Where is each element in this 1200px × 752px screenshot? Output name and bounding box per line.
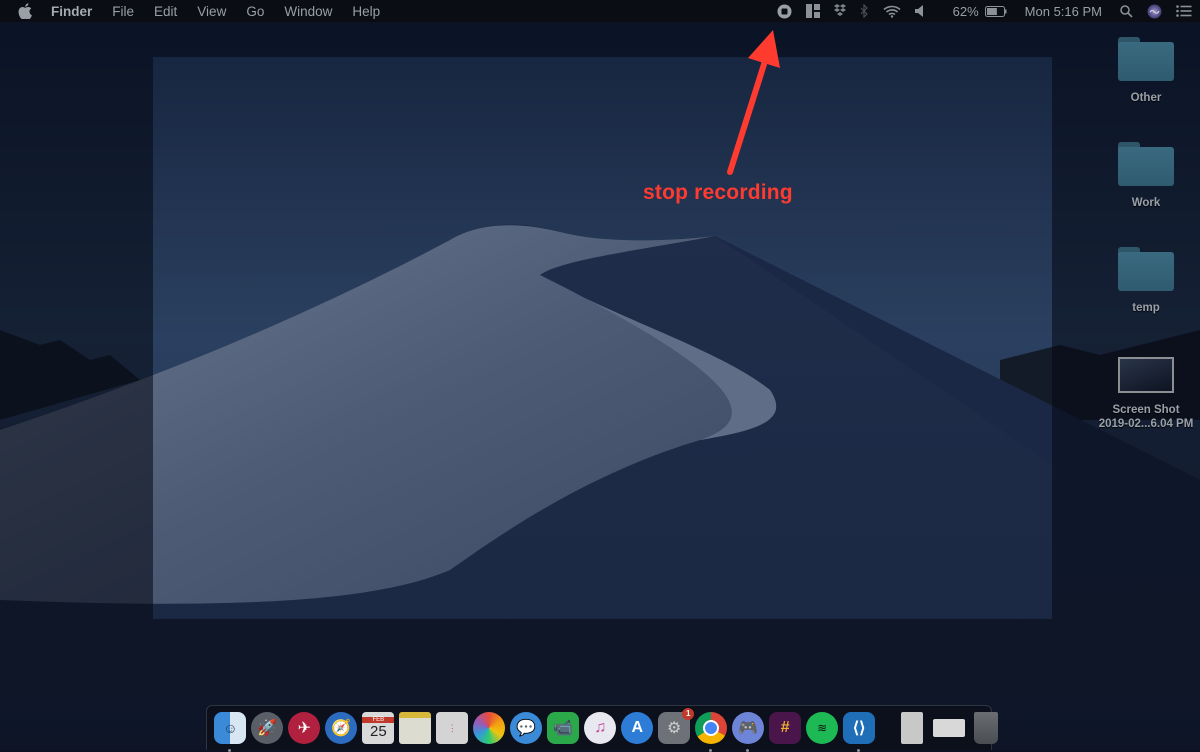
desktop-file-screenshot[interactable]: Screen Shot 2019-02...6.04 PM — [1091, 355, 1200, 431]
notes-icon — [399, 712, 432, 744]
dock-trash[interactable] — [968, 710, 1004, 746]
dock-discord[interactable]: 🎮 — [730, 710, 766, 752]
calendar-day: 25 — [369, 722, 387, 740]
battery-percent[interactable]: 62% — [953, 4, 979, 19]
stop-recording-annotation: stop recording — [643, 181, 793, 204]
dock-itunes[interactable]: ♫ — [582, 710, 618, 746]
facetime-icon: 📹 — [547, 712, 580, 744]
dock-reminders[interactable]: ⋮ — [434, 710, 470, 746]
spotlight-search-icon[interactable] — [1120, 0, 1133, 22]
menu-help[interactable]: Help — [352, 4, 380, 19]
slack-icon: # — [769, 712, 802, 744]
dock-system-preferences[interactable]: ⚙ 1 — [656, 708, 695, 746]
battery-icon[interactable] — [984, 0, 1007, 22]
menu-file[interactable]: File — [112, 4, 134, 19]
airmail-icon: ✈ — [288, 712, 321, 744]
dock-safari[interactable]: 🧭 — [323, 710, 359, 746]
dock-app-store[interactable]: A — [619, 710, 655, 746]
dock-stack-documents[interactable] — [894, 710, 930, 746]
screen-dim-left — [0, 57, 153, 619]
clock[interactable]: Mon 5:16 PM — [1025, 4, 1102, 19]
dock-stack-chrome-apps[interactable] — [931, 710, 967, 746]
dock-slack[interactable]: # — [767, 710, 803, 746]
bluetooth-icon[interactable] — [860, 0, 869, 22]
dock-photos[interactable] — [471, 710, 507, 746]
desktop-item-label-line1: Screen Shot — [1112, 404, 1180, 416]
finder-icon: ☺ — [214, 712, 247, 744]
menu-app-finder[interactable]: Finder — [51, 4, 92, 19]
desktop-folder-other[interactable]: Other — [1091, 37, 1200, 105]
siri-icon[interactable] — [1147, 0, 1162, 22]
wifi-icon[interactable] — [883, 0, 901, 22]
dock-finder[interactable]: ☺ — [212, 710, 248, 752]
folder-icon — [1118, 37, 1174, 81]
discord-icon: 🎮 — [732, 712, 765, 744]
recording-region[interactable] — [153, 57, 1052, 619]
apple-menu-icon[interactable] — [18, 3, 32, 19]
menu-edit[interactable]: Edit — [154, 4, 177, 19]
desktop-item-label-line2: 2019-02...6.04 PM — [1098, 418, 1194, 430]
dock-spotify[interactable]: ≋ — [804, 710, 840, 746]
notification-center-icon[interactable] — [1176, 0, 1192, 22]
vscode-icon: ⟨⟩ — [843, 712, 876, 744]
spotify-icon: ≋ — [806, 712, 839, 744]
calendar-icon: FEB 25 — [362, 712, 395, 744]
photos-icon — [473, 712, 506, 744]
dock: ☺ 🚀 ✈ 🧭 FEB 25 ⋮ 💬 📹 ♫ A ⚙ 1 🎮 # ≋ ⟨⟩ — [206, 705, 999, 752]
itunes-note-icon: ♫ — [584, 712, 617, 744]
messages-bubble-icon: 💬 — [510, 712, 543, 744]
layout-icon[interactable] — [805, 0, 820, 22]
dock-chrome[interactable] — [693, 710, 729, 752]
desktop-item-label: Other — [1130, 92, 1162, 104]
dock-vscode[interactable]: ⟨⟩ — [841, 710, 877, 752]
volume-icon[interactable] — [914, 0, 925, 22]
folder-icon — [1118, 247, 1174, 291]
stop-recording-icon[interactable] — [777, 0, 792, 22]
desktop-folder-temp[interactable]: temp — [1091, 247, 1200, 315]
dock-airmail[interactable]: ✈ — [286, 710, 322, 746]
chrome-icon — [695, 712, 728, 744]
dock-calendar[interactable]: FEB 25 — [360, 710, 396, 746]
safari-compass-icon: 🧭 — [325, 712, 358, 744]
image-thumbnail-icon — [1118, 357, 1174, 393]
app-store-icon: A — [621, 712, 654, 744]
document-icon — [901, 712, 924, 744]
menu-view[interactable]: View — [197, 4, 226, 19]
desktop-folder-work[interactable]: Work — [1091, 142, 1200, 210]
menu-go[interactable]: Go — [246, 4, 264, 19]
chrome-apps-window-icon — [933, 719, 966, 737]
dock-notes[interactable] — [397, 710, 433, 746]
dropbox-icon[interactable] — [833, 0, 846, 22]
menu-window[interactable]: Window — [284, 4, 332, 19]
dock-messages[interactable]: 💬 — [508, 710, 544, 746]
launchpad-rocket-icon: 🚀 — [251, 712, 284, 744]
trash-icon — [974, 712, 999, 744]
desktop-item-label: temp — [1132, 302, 1160, 314]
desktop-item-label: Work — [1131, 197, 1161, 209]
dock-launchpad[interactable]: 🚀 — [249, 710, 285, 746]
folder-icon — [1118, 142, 1174, 186]
reminders-icon: ⋮ — [436, 712, 469, 744]
dock-facetime[interactable]: 📹 — [545, 710, 581, 746]
menu-bar: Finder File Edit View Go Window Help 62%… — [0, 0, 1200, 22]
